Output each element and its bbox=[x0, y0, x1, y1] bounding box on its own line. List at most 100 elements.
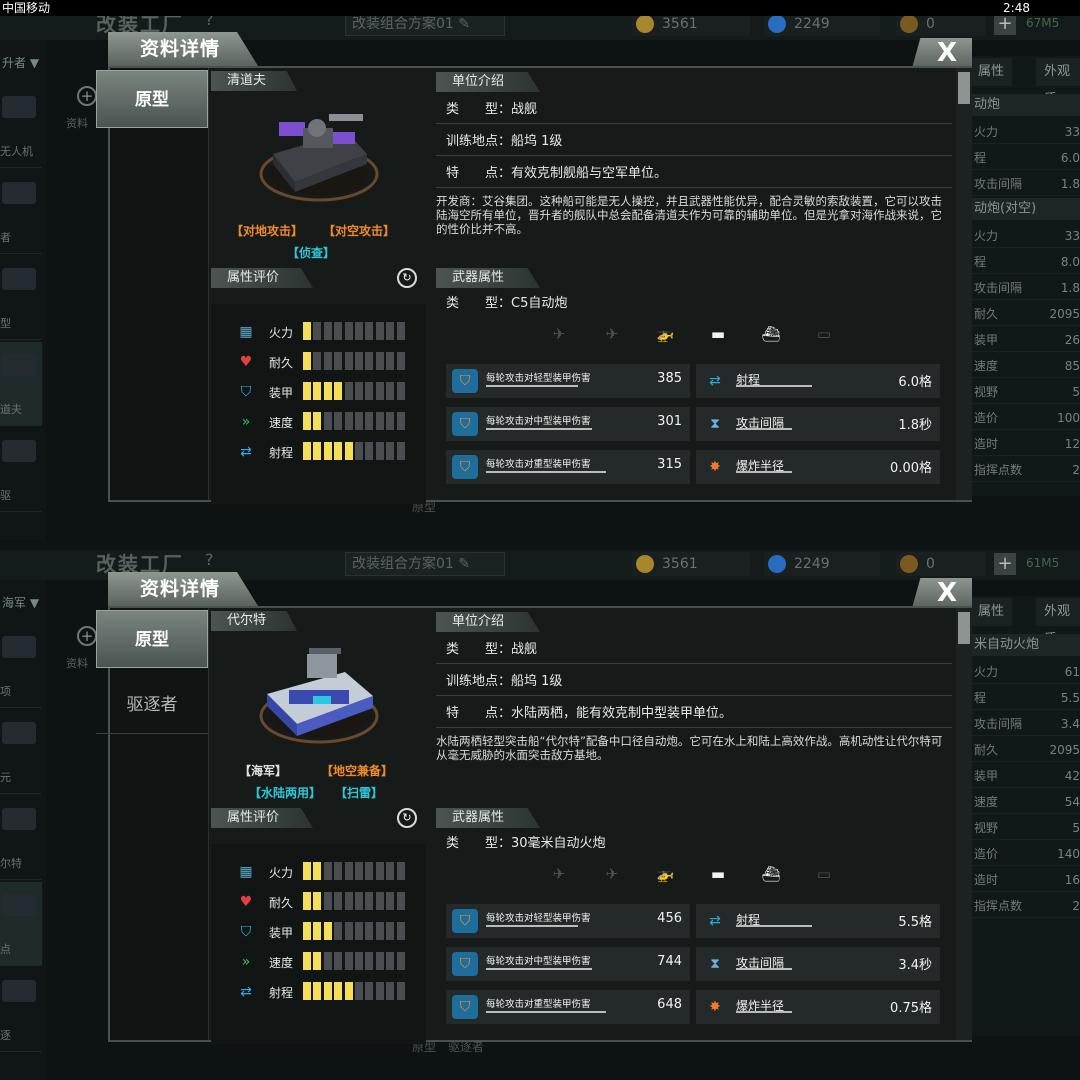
help-button[interactable]: ? bbox=[205, 550, 214, 569]
firepower-icon: ▦ bbox=[239, 324, 253, 340]
info-key: 特 点： bbox=[446, 166, 512, 181]
stats-section-header: 米自动火炮 bbox=[970, 634, 1080, 656]
rating-segment bbox=[365, 382, 374, 400]
light-armor-icon: ⛉ bbox=[452, 909, 478, 933]
unit-list-item[interactable]: 逐 bbox=[0, 968, 42, 1052]
gem-icon bbox=[768, 555, 786, 573]
underline bbox=[736, 968, 792, 970]
rating-segment bbox=[365, 412, 374, 430]
info-key: 训练地点： bbox=[446, 674, 512, 689]
rating-segment bbox=[386, 952, 395, 970]
range-arrow-icon: ⇄ bbox=[240, 444, 252, 460]
variant-tab[interactable]: 原型 bbox=[96, 70, 208, 128]
rating-segment bbox=[375, 922, 384, 940]
rating-segment bbox=[303, 322, 311, 340]
add-icon[interactable]: + bbox=[77, 626, 97, 646]
variant-tab[interactable]: 驱逐者 bbox=[96, 676, 208, 734]
faction-dropdown[interactable]: 海军 ▼ bbox=[0, 594, 46, 611]
weapon-stat: ⛉ 每轮攻击对重型装甲伤害 648 bbox=[446, 990, 690, 1024]
stats-row: 攻击间隔 1.8 bbox=[970, 172, 1080, 196]
attribute-ratings: ▦ 火力 ♥ 耐久 ⛉ 装甲 » 速度 ⇄ 射程 bbox=[211, 304, 426, 504]
attribute-name: 速度 bbox=[269, 416, 294, 430]
unit-list-item[interactable]: 道夫 bbox=[0, 342, 42, 426]
scrollbar[interactable] bbox=[956, 608, 972, 1040]
stats-tab[interactable]: 属性 bbox=[970, 58, 1013, 86]
attribute-name: 装甲 bbox=[269, 926, 294, 940]
stats-row: 速度 54 bbox=[970, 790, 1080, 814]
rating-segment bbox=[334, 412, 343, 430]
rating-segment bbox=[396, 322, 405, 340]
rating-segment bbox=[344, 982, 353, 1000]
add-resource-button[interactable]: + bbox=[994, 13, 1016, 35]
rating-segment bbox=[396, 412, 405, 430]
rating-segment bbox=[323, 322, 332, 340]
detail-panel: 原型 清道夫 【对地攻击】 【对空攻击】 【侦查】 属性评价 ↻ ▦ 火力 ♥ 耐久 ⛉ 装甲… bbox=[96, 66, 972, 504]
unit-list-item[interactable]: 元 bbox=[0, 710, 42, 794]
stats-row: 造价 100 bbox=[970, 406, 1080, 430]
attribute-name: 火力 bbox=[269, 326, 294, 340]
vehicle-thumbnail bbox=[2, 182, 36, 204]
rating-segment bbox=[386, 382, 395, 400]
unit-list-item[interactable]: 项 bbox=[0, 624, 42, 708]
weapon-stat: ⛉ 每轮攻击对中型装甲伤害 301 bbox=[446, 407, 690, 441]
close-button[interactable]: X bbox=[912, 578, 972, 608]
scrollbar[interactable] bbox=[956, 68, 972, 500]
unit-list-item[interactable]: 者 bbox=[0, 170, 42, 254]
stats-row: 指挥点数 2 bbox=[970, 458, 1080, 482]
stats-value: 8.0 bbox=[1060, 255, 1080, 269]
status-bar: 中国移动 2:48 bbox=[0, 0, 1080, 16]
rating-bars bbox=[303, 412, 407, 430]
unit-list-item[interactable]: 尔特 bbox=[0, 796, 42, 880]
unit-list-item[interactable]: 点 bbox=[0, 882, 42, 966]
rating-segment bbox=[355, 412, 363, 430]
weapon-stat-label: 每轮攻击对轻型装甲伤害 bbox=[486, 913, 591, 924]
rating-segment bbox=[375, 352, 384, 370]
info-value: 水陆两栖，能有效克制中型装甲单位。 bbox=[511, 706, 733, 721]
rating-segment bbox=[344, 892, 353, 910]
attribute-header: 属性评价 bbox=[211, 808, 313, 828]
unit-model-image bbox=[249, 632, 389, 752]
stats-tab[interactable]: 外观质 bbox=[1036, 58, 1080, 107]
variant-tab[interactable]: 原型 bbox=[96, 610, 208, 668]
rating-segment bbox=[334, 382, 343, 400]
faction-dropdown[interactable]: 升者 ▼ bbox=[0, 54, 46, 71]
unit-list-item[interactable]: 无人机 bbox=[0, 84, 42, 168]
stats-row: 造时 12 bbox=[970, 432, 1080, 456]
stats-row: 程 6.0 bbox=[970, 146, 1080, 170]
underline bbox=[736, 1011, 792, 1013]
stats-sidebar: 属性外观质米自动火炮火力61程5.5攻击间隔3.4耐久2095装甲42速度54视… bbox=[970, 596, 1080, 1036]
unit-name: 清道夫 bbox=[211, 71, 297, 91]
rating-segment bbox=[365, 322, 374, 340]
stats-tab[interactable]: 外观质 bbox=[1036, 598, 1080, 647]
rating-segment bbox=[386, 352, 395, 370]
stats-tab[interactable]: 属性 bbox=[970, 598, 1013, 626]
attribute-header: 属性评价 bbox=[211, 268, 313, 288]
rating-segment bbox=[334, 352, 343, 370]
add-icon[interactable]: + bbox=[77, 86, 97, 106]
add-resource-button[interactable]: + bbox=[994, 553, 1016, 575]
rating-segment bbox=[355, 952, 363, 970]
attribute-row: ♥ 耐久 bbox=[235, 892, 415, 912]
unit-list-label: 项 bbox=[0, 685, 11, 698]
unit-list-label: 尔特 bbox=[0, 857, 22, 870]
plan-selector[interactable]: 改装组合方案01 ✎ bbox=[345, 552, 505, 576]
rating-segment bbox=[303, 982, 311, 1000]
weapon-stat-value: 744 bbox=[657, 954, 682, 969]
underline bbox=[736, 428, 792, 430]
submarine-icon: ▭ bbox=[816, 865, 832, 883]
rating-segment bbox=[323, 982, 332, 1000]
unit-list-sidebar: 海军 ▼ 项元尔特点逐 bbox=[0, 580, 46, 1080]
attribute-name: 射程 bbox=[269, 986, 294, 1000]
refresh-icon[interactable]: ↻ bbox=[397, 808, 417, 828]
unit-list-label: 逐 bbox=[0, 1029, 11, 1042]
scrollbar-thumb[interactable] bbox=[958, 612, 970, 644]
rating-segment bbox=[334, 982, 343, 1000]
unit-list-item[interactable]: 型 bbox=[0, 256, 42, 340]
info-column: 单位介绍 类 型：战舰 训练地点：船坞 1级特 点：有效克制舰船与空军单位。 开发… bbox=[434, 68, 956, 500]
unit-list-item[interactable]: 驱 bbox=[0, 428, 42, 512]
refresh-icon[interactable]: ↻ bbox=[397, 268, 417, 288]
add-label: 资料 bbox=[66, 657, 88, 670]
scrollbar-thumb[interactable] bbox=[958, 72, 970, 104]
weapon-stat-value: 5.5格 bbox=[898, 915, 932, 930]
close-button[interactable]: X bbox=[912, 38, 972, 68]
